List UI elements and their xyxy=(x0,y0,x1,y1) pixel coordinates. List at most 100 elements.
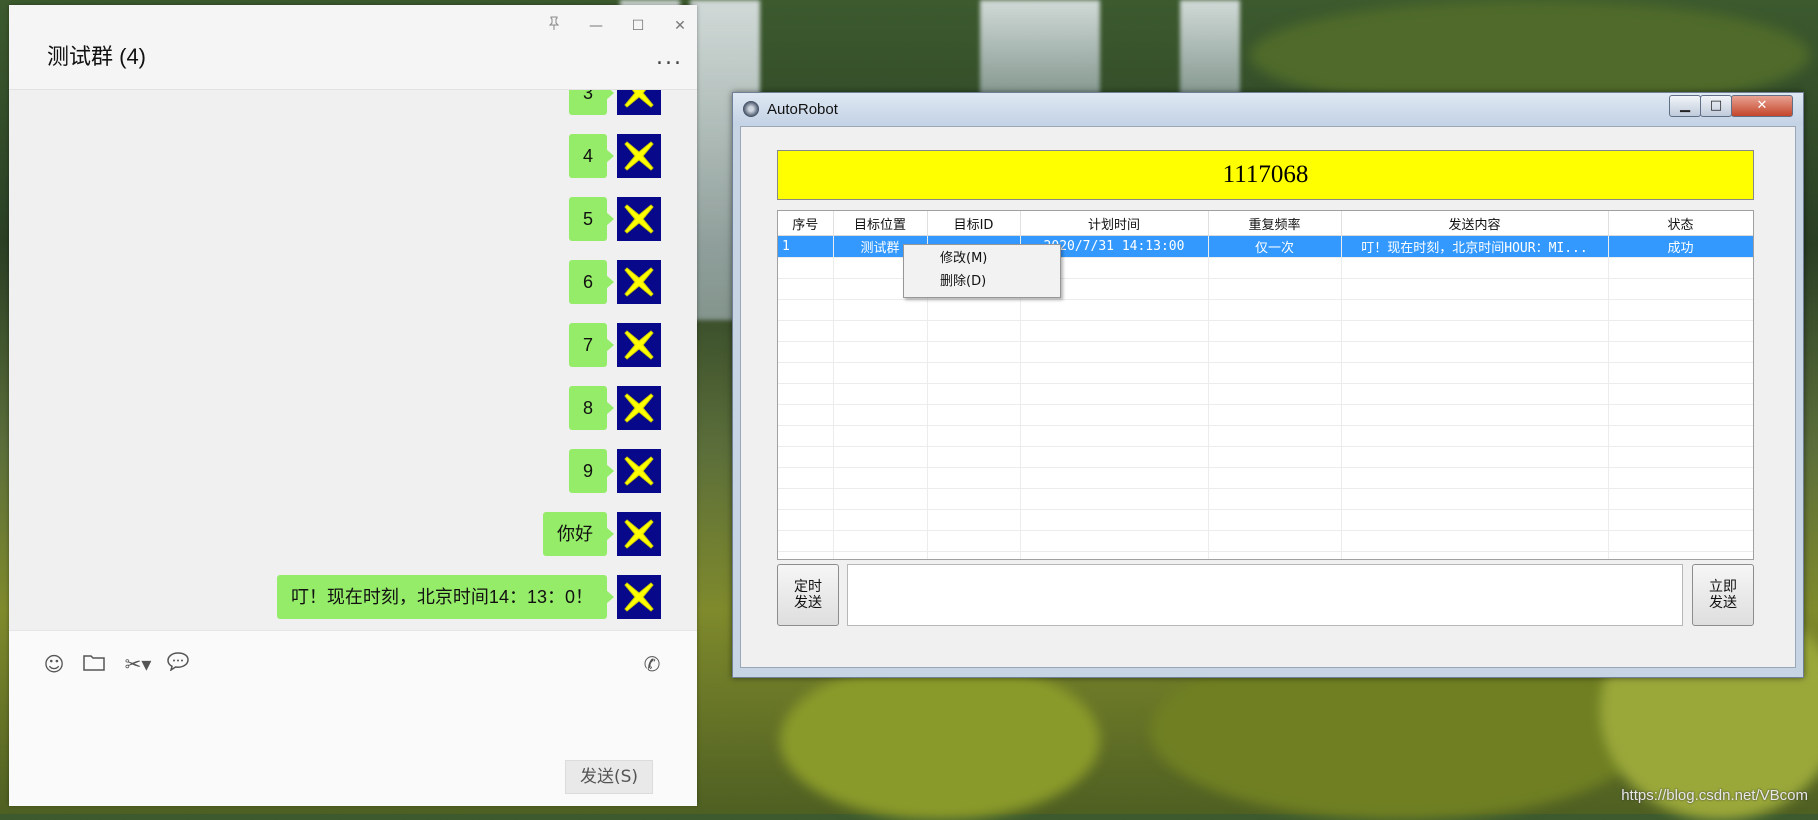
message-row: 8 xyxy=(568,385,661,431)
avatar[interactable] xyxy=(617,323,661,367)
pin-icon[interactable] xyxy=(543,15,565,37)
table-cell xyxy=(1208,404,1342,426)
table-cell xyxy=(1020,362,1209,384)
column-header[interactable]: 目标ID xyxy=(927,211,1021,236)
table-cell xyxy=(927,320,1021,342)
table-row[interactable] xyxy=(778,530,1753,552)
table-cell xyxy=(833,404,928,426)
chat-bubble-icon[interactable] xyxy=(165,651,191,677)
table-row[interactable] xyxy=(778,383,1753,405)
table-cell xyxy=(1608,551,1753,559)
column-header[interactable]: 状态 xyxy=(1608,211,1753,236)
message-bubble[interactable]: 你好 xyxy=(543,512,614,556)
x-logo-icon xyxy=(624,90,654,108)
table-cell xyxy=(1608,278,1753,300)
table-row[interactable] xyxy=(778,509,1753,531)
folder-icon[interactable] xyxy=(81,651,107,677)
table-cell xyxy=(778,383,834,405)
scissors-icon[interactable]: ✂▾ xyxy=(121,651,155,677)
message-bubble[interactable]: 7 xyxy=(568,323,615,367)
menu-item-delete[interactable]: 删除(D) xyxy=(940,272,986,292)
table-cell xyxy=(1341,467,1609,489)
avatar[interactable] xyxy=(617,449,661,493)
table-cell xyxy=(1608,383,1753,405)
maximize-icon[interactable]: ☐ xyxy=(627,15,649,37)
table-cell xyxy=(1208,488,1342,510)
table-cell xyxy=(833,488,928,510)
timed-send-button[interactable]: 定时 发送 xyxy=(777,564,839,626)
table-cell xyxy=(1341,488,1609,510)
emoji-icon[interactable]: ☺ xyxy=(41,651,67,677)
send-button[interactable]: 发送(S) xyxy=(565,760,653,794)
table-cell xyxy=(833,446,928,468)
column-header[interactable]: 序号 xyxy=(778,211,834,236)
menu-item-edit[interactable]: 修改(M) xyxy=(940,249,987,269)
table-cell xyxy=(778,404,834,426)
table-cell xyxy=(1020,488,1209,510)
minimize-icon[interactable]: — xyxy=(585,15,607,37)
close-button[interactable]: ✕ xyxy=(1731,95,1793,117)
table-cell xyxy=(1020,383,1209,405)
table-cell xyxy=(1608,404,1753,426)
avatar[interactable] xyxy=(617,197,661,241)
table-row[interactable] xyxy=(778,488,1753,510)
table-cell xyxy=(1020,467,1209,489)
x-logo-icon xyxy=(624,141,654,171)
table-row[interactable] xyxy=(778,404,1753,426)
table-cell xyxy=(833,362,928,384)
close-icon[interactable]: ✕ xyxy=(669,15,691,37)
table-cell xyxy=(778,467,834,489)
avatar[interactable] xyxy=(617,90,661,115)
table-cell xyxy=(778,530,834,552)
message-bubble[interactable]: 4 xyxy=(568,134,615,178)
table-row[interactable] xyxy=(778,467,1753,489)
column-header[interactable]: 重复频率 xyxy=(1208,211,1342,236)
message-bubble[interactable]: 9 xyxy=(568,449,615,493)
table-cell xyxy=(1020,446,1209,468)
table-cell xyxy=(1020,299,1209,321)
table-row[interactable] xyxy=(778,341,1753,363)
table-row[interactable] xyxy=(778,446,1753,468)
column-header[interactable]: 发送内容 xyxy=(1341,211,1609,236)
table-cell xyxy=(927,383,1021,405)
maximize-button[interactable]: □ xyxy=(1700,95,1732,117)
send-now-button[interactable]: 立即 发送 xyxy=(1692,564,1754,626)
table-row[interactable] xyxy=(778,299,1753,321)
avatar[interactable] xyxy=(617,386,661,430)
table-cell xyxy=(1208,467,1342,489)
avatar[interactable] xyxy=(617,134,661,178)
chat-header: 测试群 (4) — ☐ ✕ ... xyxy=(9,5,697,90)
message-input[interactable] xyxy=(847,564,1683,626)
video-call-icon[interactable]: ✆ xyxy=(639,651,665,677)
message-bubble[interactable]: 5 xyxy=(568,197,615,241)
message-bubble[interactable]: 6 xyxy=(568,260,615,304)
avatar[interactable] xyxy=(617,512,661,556)
message-bubble[interactable]: 叮！现在时刻，北京时间14：13：0！ xyxy=(276,575,615,619)
window-titlebar[interactable]: AutoRobot ▁ □ ✕ xyxy=(733,93,1803,125)
message-row: 3 xyxy=(568,90,661,116)
composer[interactable]: ☺ ✂▾ ✆ 发送(S) xyxy=(9,630,697,806)
table-row[interactable] xyxy=(778,362,1753,384)
table-cell xyxy=(927,404,1021,426)
table-cell xyxy=(1020,509,1209,531)
table-row[interactable] xyxy=(778,320,1753,342)
message-bubble[interactable]: 3 xyxy=(568,90,615,115)
table-row[interactable] xyxy=(778,551,1753,559)
more-options-icon[interactable]: ... xyxy=(656,45,683,70)
table-cell xyxy=(1208,299,1342,321)
table-cell xyxy=(1020,341,1209,363)
avatar[interactable] xyxy=(617,260,661,304)
column-header[interactable]: 计划时间 xyxy=(1020,211,1209,236)
table-cell xyxy=(778,257,834,279)
x-logo-icon xyxy=(624,519,654,549)
message-bubble[interactable]: 8 xyxy=(568,386,615,430)
table-cell xyxy=(1608,362,1753,384)
minimize-button[interactable]: ▁ xyxy=(1669,95,1701,117)
table-row[interactable] xyxy=(778,425,1753,447)
column-header[interactable]: 目标位置 xyxy=(833,211,928,236)
table-cell xyxy=(1341,404,1609,426)
table-cell xyxy=(833,425,928,447)
table-cell xyxy=(778,320,834,342)
avatar[interactable] xyxy=(617,575,661,619)
watermark: https://blog.csdn.net/VBcom xyxy=(1621,787,1808,804)
